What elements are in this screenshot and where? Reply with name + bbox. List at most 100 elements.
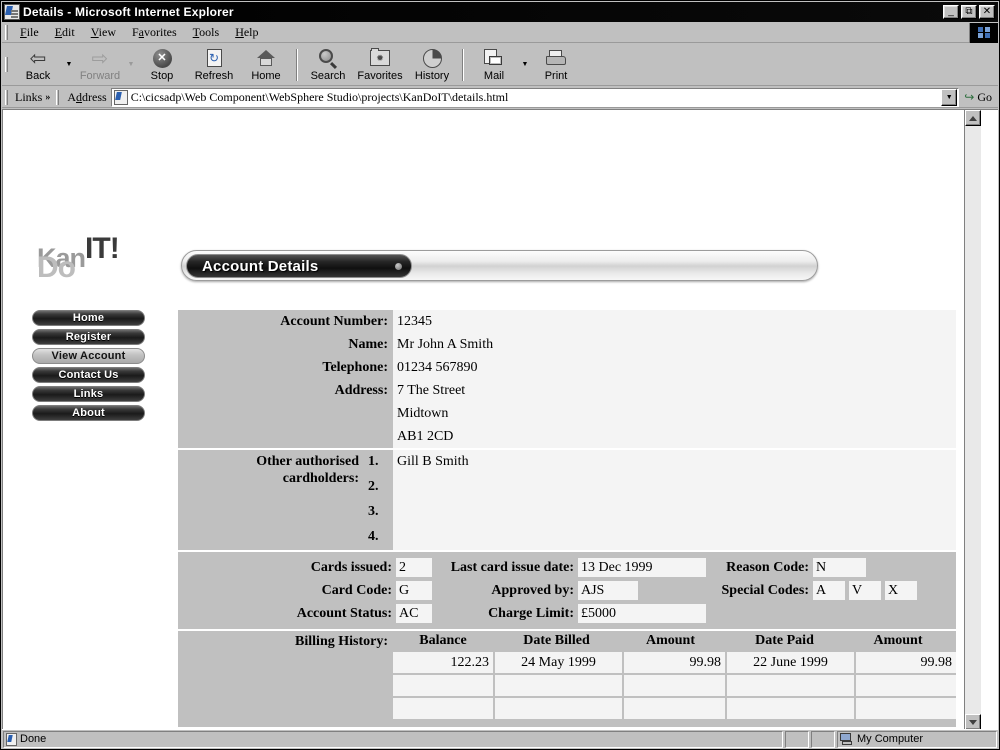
toolbar-mail-button[interactable]: Mail [468,45,520,85]
forward-dropdown-icon[interactable]: ▼ [126,45,136,85]
nav-button-contact-us[interactable]: Contact Us [32,367,145,383]
field-cards-issued[interactable]: 2 [396,558,432,577]
address-input[interactable]: C:\cicsadp\Web Component\WebSphere Studi… [110,87,960,107]
address-drag-grip[interactable] [56,89,60,105]
menu-drag-grip[interactable] [5,25,8,40]
toolbar-refresh-button[interactable]: Refresh [188,45,240,85]
field-row-account-number: Account Number: 12345 [178,310,956,333]
menu-item-favorites[interactable]: Favorites [124,23,185,42]
links-button[interactable]: Links » [12,90,53,105]
scroll-up-button[interactable] [965,110,981,126]
window-title: Details - Microsoft Internet Explorer [23,5,234,19]
nav-button-view-account[interactable]: View Account [32,348,145,364]
links-drag-grip[interactable] [5,89,8,105]
toolbar-search-button[interactable]: Search [302,45,354,85]
field-card-code[interactable]: G [396,581,432,600]
billing-cell-amount-paid-2[interactable] [856,675,956,696]
label-charge-limit: Charge Limit: [488,605,574,621]
label-address-blank-2 [178,425,393,448]
toolbar-separator [296,48,298,81]
restore-icon: ⧉ [965,6,973,17]
close-button[interactable]: ✕ [979,5,995,19]
scroll-down-button[interactable] [965,714,981,730]
billing-cell-date-paid-3[interactable] [727,698,854,719]
address-url-text: C:\cicsadp\Web Component\WebSphere Studi… [130,89,509,104]
web-page: KanIT! Do Home Register View Account Con… [3,110,981,730]
field-row-address-line2: Midtown [178,402,956,425]
billing-cell-balance-2[interactable] [393,675,493,696]
toolbar-home-button[interactable]: Home [240,45,292,85]
cardholder-number-2: 2. [368,479,379,494]
field-row-name: Name: Mr John A Smith [178,333,956,356]
field-special-code-2[interactable]: V [849,581,881,600]
security-zone-pane: My Computer [837,730,997,748]
toolbar-print-button[interactable]: Print [530,45,582,85]
menu-item-view[interactable]: View [83,23,124,42]
chevron-up-icon [969,115,977,121]
toolbar-print-label: Print [544,70,568,82]
code-row-2: Card Code: G Approved by: AJS Special Co… [178,579,956,602]
status-message: Done [20,733,47,745]
billing-cell-date-paid-2[interactable] [727,675,854,696]
billing-cell-date-billed-3[interactable] [495,698,622,719]
toolbar-mail-label: Mail [483,70,505,82]
cardholders-label-line1: Other authorised [256,454,359,469]
field-special-code-1[interactable]: A [813,581,845,600]
billing-cell-balance-1[interactable]: 122.23 [393,652,493,673]
home-icon [254,47,278,69]
close-icon: ✕ [982,6,992,17]
nav-button-register[interactable]: Register [32,329,145,345]
status-message-pane: Done [3,730,783,748]
history-icon [420,47,444,69]
billing-cell-date-billed-1[interactable]: 24 May 1999 [495,652,622,673]
billing-cell-amount-paid-1[interactable]: 99.98 [856,652,956,673]
vertical-scrollbar[interactable] [964,110,981,730]
toolbar-back-button[interactable]: ⇦ Back [12,45,64,85]
field-reason-code[interactable]: N [813,558,866,577]
billing-cell-date-billed-2[interactable] [495,675,622,696]
logo-part-bang: ! [109,232,120,265]
minimize-button[interactable]: _ [943,5,959,19]
toolbar-favorites-button[interactable]: Favorites [354,45,406,85]
back-dropdown-icon[interactable]: ▼ [64,45,74,85]
nav-button-links[interactable]: Links [32,386,145,402]
toolbar-forward-button[interactable]: ⇨ Forward [74,45,126,85]
go-button[interactable]: ↪ Go [959,90,998,105]
label-special-codes: Special Codes: [721,582,810,598]
field-row-address-line1: Address: 7 The Street [178,379,956,402]
field-account-status[interactable]: AC [396,604,432,623]
nav-button-home[interactable]: Home [32,310,145,326]
toolbar-search-label: Search [310,70,346,82]
billing-cell-date-paid-1[interactable]: 22 June 1999 [727,652,854,673]
billing-cell-balance-3[interactable] [393,698,493,719]
menu-item-edit[interactable]: Edit [47,23,83,42]
banner-pill: Account Details [186,254,412,278]
address-dropdown-button[interactable]: ▼ [941,88,958,106]
label-telephone: Telephone: [322,360,388,375]
billing-header-amount-billed: Amount [645,633,695,648]
billing-cell-amount-paid-3[interactable] [856,698,956,719]
menu-item-help[interactable]: Help [227,23,266,42]
value-account-number: 12345 [393,310,956,333]
toolbar-drag-grip[interactable] [5,57,8,72]
toolbar-stop-button[interactable]: Stop [136,45,188,85]
field-special-code-3[interactable]: X [885,581,917,600]
restore-button[interactable]: ⧉ [961,5,977,19]
scrollbar-track[interactable] [965,126,981,714]
chevron-down-icon [969,719,977,725]
label-approved-by: Approved by: [491,582,574,598]
mail-dropdown-icon[interactable]: ▼ [520,45,530,85]
billing-cell-amount-billed-3[interactable] [624,698,725,719]
toolbar-back-label: Back [25,70,51,82]
menu-item-file[interactable]: File [12,23,47,42]
toolbar-history-button[interactable]: History [406,45,458,85]
menu-item-tools[interactable]: Tools [185,23,228,42]
toolbar: ⇦ Back ▼ ⇨ Forward ▼ Stop Refresh Home S… [2,44,998,86]
field-last-card-issue-date[interactable]: 13 Dec 1999 [578,558,706,577]
billing-cell-amount-billed-1[interactable]: 99.98 [624,652,725,673]
field-charge-limit[interactable]: £5000 [578,604,706,623]
nav-button-about[interactable]: About [32,405,145,421]
billing-cell-amount-billed-2[interactable] [624,675,725,696]
field-approved-by[interactable]: AJS [578,581,638,600]
nav-label-view-account: View Account [51,350,126,362]
